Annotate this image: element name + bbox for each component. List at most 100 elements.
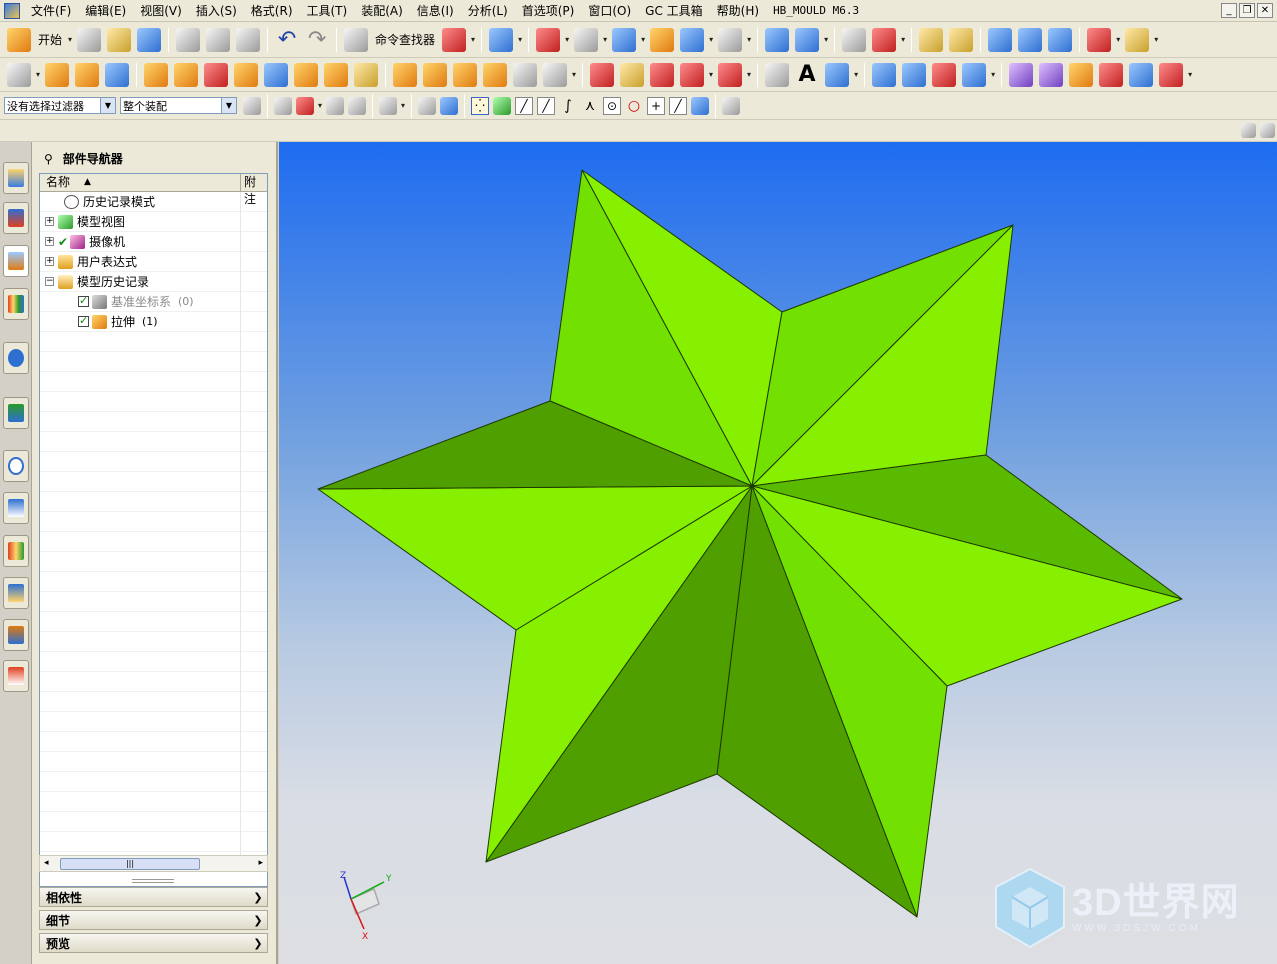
selection-icon[interactable] — [442, 27, 467, 52]
endpoint-snap-icon[interactable]: ╱ — [515, 96, 534, 115]
sketch-icon[interactable] — [7, 62, 31, 87]
draft-icon[interactable] — [453, 62, 478, 87]
menu-file[interactable]: 文件(F) — [24, 0, 78, 22]
assembly-navigator-tab[interactable] — [3, 162, 29, 194]
curve-icon[interactable] — [765, 62, 790, 87]
chevron-down-icon[interactable]: ▾ — [709, 35, 713, 44]
scroll-right-icon[interactable]: ▸ — [258, 858, 263, 868]
view-toggle-icon[interactable] — [1241, 123, 1256, 138]
maximize-graphics-icon[interactable] — [1260, 123, 1275, 138]
visibility-checkbox[interactable] — [78, 294, 89, 307]
project-curve-icon[interactable] — [825, 62, 850, 87]
wcs-orient-icon[interactable] — [795, 27, 820, 52]
tree-row-extrude[interactable]: 拉伸 (1) — [40, 311, 267, 332]
mould-wizard-icon[interactable] — [1009, 62, 1034, 87]
menu-gc-toolkit[interactable]: GC 工具箱 — [638, 0, 710, 22]
block-icon[interactable] — [105, 62, 130, 87]
menu-edit[interactable]: 编辑(E) — [78, 0, 133, 22]
text-icon[interactable]: A — [795, 62, 819, 87]
star-model[interactable] — [279, 142, 1277, 964]
select-face-icon[interactable] — [440, 96, 459, 115]
tree-row-history-mode[interactable]: 历史记录模式 — [40, 191, 267, 212]
menu-help[interactable]: 帮助(H) — [710, 0, 766, 22]
quadrant-snap-icon[interactable]: ○ — [625, 97, 643, 115]
command-finder-button[interactable]: 命令查找器 — [375, 31, 435, 48]
datum-plane-icon[interactable] — [144, 62, 169, 87]
emboss-icon[interactable] — [294, 62, 319, 87]
pull-face-icon[interactable] — [680, 62, 705, 87]
studio-surface-icon[interactable] — [932, 62, 957, 87]
move-face-icon[interactable] — [543, 62, 568, 87]
control-point-snap-icon[interactable]: ∫ — [559, 97, 577, 115]
manufacturing-wizards-tab[interactable] — [3, 535, 29, 567]
reuse-library-tab[interactable] — [3, 288, 29, 320]
system-scenes-tab[interactable] — [3, 619, 29, 651]
bounding-box-icon[interactable] — [722, 96, 741, 115]
scroll-thumb[interactable]: ||| — [60, 858, 200, 870]
snap-settings-icon[interactable] — [493, 96, 512, 115]
measure-icon[interactable] — [919, 27, 944, 52]
chevron-down-icon[interactable]: ▾ — [68, 35, 72, 44]
expand-icon[interactable]: + — [45, 257, 54, 266]
extrude-icon[interactable] — [45, 62, 70, 87]
menu-hb-mould[interactable]: HB_MOULD M6.3 — [766, 0, 866, 22]
undo-icon[interactable]: ↶ — [275, 27, 299, 52]
wcs-icon[interactable] — [765, 27, 790, 52]
chevron-down-icon[interactable]: ▾ — [471, 35, 475, 44]
hd3d-tools-tab[interactable] — [3, 342, 29, 374]
open-folder-icon[interactable] — [107, 27, 132, 52]
tree-row-model-views[interactable]: + 模型视图 — [40, 211, 267, 232]
column-name-header[interactable]: 名称 ▲ — [40, 174, 241, 191]
midpoint-snap-icon[interactable]: ╱ — [537, 96, 556, 115]
chevron-down-icon[interactable]: ▾ — [565, 35, 569, 44]
roles-tab[interactable] — [3, 577, 29, 609]
menu-analysis[interactable]: 分析(L) — [461, 0, 515, 22]
follow-fillet-icon[interactable] — [326, 96, 345, 115]
chevron-down-icon[interactable]: ▾ — [747, 70, 751, 79]
select-body-icon[interactable] — [418, 96, 437, 115]
menu-window[interactable]: 窗口(O) — [581, 0, 638, 22]
chevron-down-icon[interactable]: ▾ — [401, 101, 405, 110]
panel-preview[interactable]: 预览 ❯ — [39, 933, 268, 953]
synchronous-icon[interactable] — [590, 62, 615, 87]
layer-settings-icon[interactable] — [842, 27, 867, 52]
history-tab[interactable] — [3, 450, 29, 482]
mould-base-icon[interactable] — [1099, 62, 1124, 87]
chevron-down-icon[interactable]: ▾ — [1188, 70, 1192, 79]
cut-icon[interactable] — [176, 27, 201, 52]
column-attach-header[interactable]: 附注 — [241, 174, 267, 206]
menu-tools[interactable]: 工具(T) — [300, 0, 355, 22]
chevron-down-icon[interactable]: ▾ — [318, 101, 322, 110]
point-icon[interactable] — [204, 62, 229, 87]
sheet-metal-icon[interactable] — [1159, 62, 1184, 87]
new-file-icon[interactable] — [77, 27, 102, 52]
panel-dependencies[interactable]: 相依性 ❯ — [39, 887, 268, 907]
process-studio-tab[interactable] — [3, 492, 29, 524]
chevron-down-icon[interactable]: ▼ — [100, 98, 115, 113]
chevron-down-icon[interactable]: ▾ — [824, 35, 828, 44]
bounded-plane-icon[interactable] — [962, 62, 987, 87]
surface-icon[interactable] — [902, 62, 927, 87]
chamfer-icon[interactable] — [423, 62, 448, 87]
curve-rule-icon[interactable] — [274, 96, 292, 115]
scroll-left-icon[interactable]: ◂ — [44, 858, 49, 868]
edit-section-icon[interactable] — [650, 27, 675, 52]
nx-app-icon[interactable] — [4, 2, 20, 19]
tree-row-model-history[interactable]: − 模型历史记录 — [40, 271, 267, 292]
selection-scope-select[interactable]: 整个装配 ▼ — [120, 97, 237, 114]
stop-at-intersection-icon[interactable] — [348, 96, 367, 115]
parting-icon[interactable] — [1039, 62, 1064, 87]
shaded-cube-icon[interactable] — [612, 27, 637, 52]
general-selection-filter-icon[interactable] — [243, 96, 261, 115]
expand-icon[interactable]: + — [45, 217, 54, 226]
graphics-window[interactable]: Z Y X 3D世界网 WWW.3DSJW.COM — [279, 142, 1277, 964]
point-on-curve-snap-icon[interactable]: ╱ — [669, 96, 688, 115]
through-curves-icon[interactable] — [872, 62, 897, 87]
restore-icon[interactable]: ❐ — [1239, 3, 1255, 18]
save-icon[interactable] — [137, 27, 162, 52]
horizontal-scrollbar[interactable]: ◂ ||| ▸ — [39, 855, 268, 872]
paste-icon[interactable] — [236, 27, 261, 52]
info-icon[interactable] — [489, 27, 514, 52]
constraint-navigator-tab[interactable] — [3, 202, 29, 234]
menu-preferences[interactable]: 首选项(P) — [515, 0, 582, 22]
